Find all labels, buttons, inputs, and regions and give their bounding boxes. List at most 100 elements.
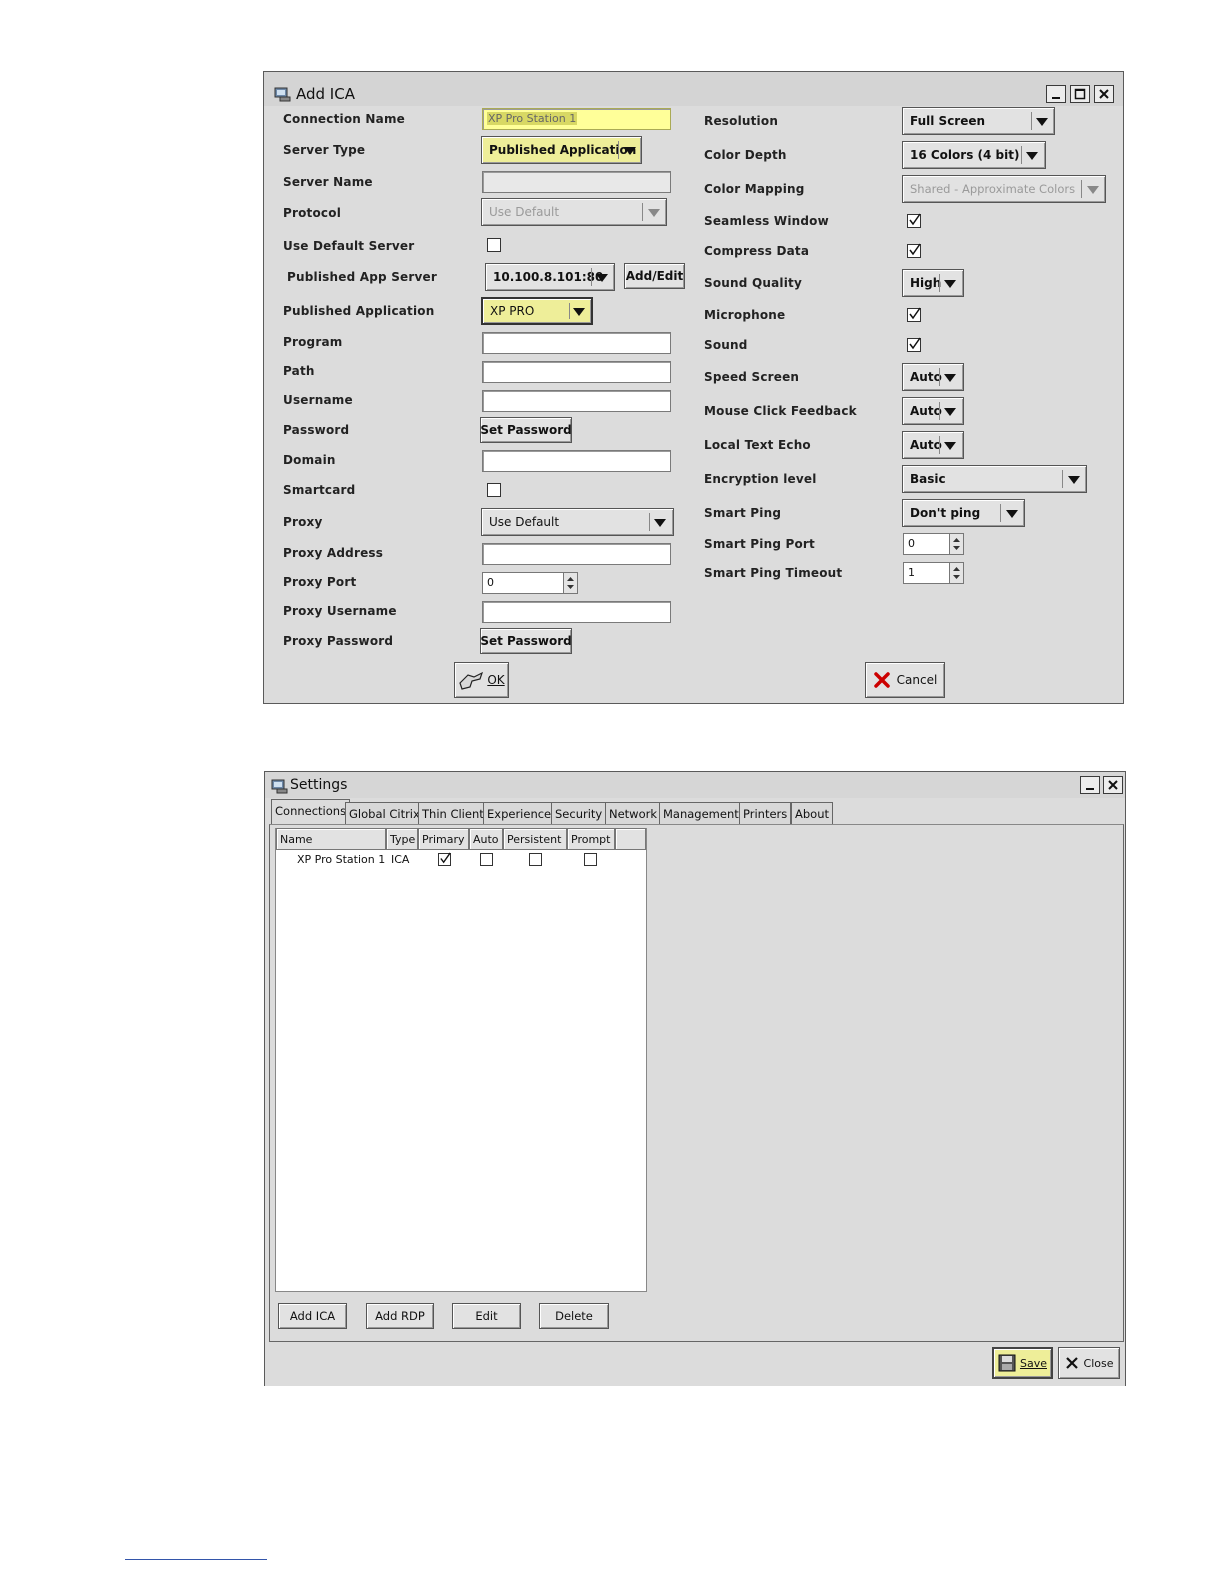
label-seamless-window: Seamless Window	[704, 214, 829, 228]
label-color-mapping: Color Mapping	[704, 182, 805, 196]
local-text-echo-select[interactable]: Auto	[902, 431, 964, 459]
label-protocol: Protocol	[283, 206, 342, 220]
set-password-button[interactable]: Set Password	[480, 417, 572, 443]
sound-quality-select[interactable]: High	[902, 269, 964, 297]
color-depth-select[interactable]: 16 Colors (4 bit)	[902, 141, 1046, 169]
close-button[interactable]: Close	[1058, 1347, 1120, 1379]
floppy-disk-icon	[998, 1354, 1016, 1372]
row-type: ICA	[391, 853, 410, 866]
label-use-default-server: Use Default Server	[283, 239, 415, 253]
speed-screen-select[interactable]: Auto	[902, 363, 964, 391]
resolution-select[interactable]: Full Screen	[902, 107, 1055, 135]
encryption-level-select[interactable]: Basic	[902, 465, 1087, 493]
published-application-select[interactable]: XP PRO	[481, 297, 593, 325]
tab-network[interactable]: Network	[605, 802, 662, 824]
seamless-window-checkbox[interactable]	[907, 213, 921, 228]
label-smartcard: Smartcard	[283, 483, 356, 497]
label-local-text-echo: Local Text Echo	[704, 438, 811, 452]
minimize-button[interactable]	[1080, 776, 1100, 794]
tab-printers[interactable]: Printers	[739, 802, 792, 824]
connection-name-input[interactable]: XP Pro Station 1	[482, 108, 671, 130]
label-sound-quality: Sound Quality	[704, 276, 802, 290]
chevron-down-icon	[944, 442, 956, 450]
close-x-icon	[1065, 1357, 1078, 1369]
chevron-down-icon	[944, 408, 956, 416]
smart-ping-timeout-stepper[interactable]: 1	[903, 562, 965, 584]
domain-input[interactable]	[482, 450, 671, 472]
minimize-button[interactable]	[1046, 85, 1066, 103]
chevron-down-icon	[1006, 510, 1018, 518]
row-persistent-checkbox[interactable]	[529, 853, 542, 866]
column-header-persistent[interactable]: Persistent	[503, 828, 567, 850]
column-header-type[interactable]: Type	[386, 828, 418, 850]
table-row[interactable]: XP Pro Station 1 ICA	[276, 851, 646, 869]
row-auto-checkbox[interactable]	[480, 853, 493, 866]
tab-global-citrix[interactable]: Global Citrix	[345, 802, 424, 824]
use-default-server-checkbox[interactable]	[487, 238, 501, 252]
color-mapping-select[interactable]: Shared - Approximate Colors	[902, 175, 1106, 203]
column-header-auto[interactable]: Auto	[469, 828, 503, 850]
microphone-checkbox[interactable]	[907, 307, 921, 322]
window-title: Add ICA	[296, 85, 355, 103]
edit-button[interactable]: Edit	[452, 1303, 521, 1329]
column-header-name[interactable]: Name	[276, 828, 386, 850]
cancel-button[interactable]: Cancel	[865, 662, 945, 698]
tab-security[interactable]: Security	[551, 802, 607, 824]
column-header-prompt[interactable]: Prompt	[567, 828, 615, 850]
tab-management[interactable]: Management	[659, 802, 743, 824]
proxy-port-stepper[interactable]: 0	[482, 572, 579, 594]
username-input[interactable]	[482, 390, 671, 412]
program-input[interactable]	[482, 332, 671, 354]
stepper-arrows-icon[interactable]	[949, 562, 964, 584]
delete-button[interactable]: Delete	[539, 1303, 609, 1329]
label-mouse-click-feedback: Mouse Click Feedback	[704, 404, 857, 418]
tab-experience[interactable]: Experience	[483, 802, 556, 824]
add-edit-button[interactable]: Add/Edit	[624, 263, 685, 289]
add-rdp-button[interactable]: Add RDP	[366, 1303, 434, 1329]
proxy-address-input[interactable]	[482, 543, 671, 565]
add-ica-button[interactable]: Add ICA	[278, 1303, 347, 1329]
smart-ping-port-stepper[interactable]: 0	[903, 533, 965, 555]
add-ica-titlebar[interactable]: Add ICA	[264, 72, 1123, 106]
app-icon	[271, 778, 289, 794]
tab-about[interactable]: About	[791, 802, 834, 824]
tab-connections[interactable]: Connections	[271, 799, 351, 825]
label-server-type: Server Type	[283, 143, 366, 157]
protocol-select[interactable]: Use Default	[481, 198, 667, 226]
footnote-separator	[125, 1559, 267, 1560]
sound-checkbox[interactable]	[907, 337, 921, 352]
path-input[interactable]	[482, 361, 671, 383]
stepper-arrows-icon[interactable]	[563, 572, 578, 594]
save-button[interactable]: Save	[992, 1347, 1053, 1379]
set-proxy-password-button[interactable]: Set Password	[480, 628, 572, 654]
ok-button[interactable]: OK	[454, 662, 509, 698]
proxy-username-input[interactable]	[482, 601, 671, 623]
published-app-server-select[interactable]: 10.100.8.101:80	[485, 263, 615, 291]
connections-list[interactable]	[275, 828, 647, 1292]
settings-titlebar[interactable]: Settings	[265, 772, 1125, 798]
smartcard-checkbox[interactable]	[487, 483, 501, 497]
label-password: Password	[283, 423, 350, 437]
server-type-select[interactable]: Published Application	[481, 136, 642, 164]
smart-ping-select[interactable]: Don't ping	[902, 499, 1025, 527]
mouse-click-feedback-select[interactable]: Auto	[902, 397, 964, 425]
label-encryption-level: Encryption level	[704, 472, 817, 486]
close-icon[interactable]	[1103, 776, 1123, 794]
label-connection-name: Connection Name	[283, 112, 405, 126]
close-icon[interactable]	[1094, 85, 1114, 103]
label-proxy: Proxy	[283, 515, 323, 529]
stepper-arrows-icon[interactable]	[949, 533, 964, 555]
label-proxy-address: Proxy Address	[283, 546, 384, 560]
tab-thin-client[interactable]: Thin Client	[418, 802, 488, 824]
label-proxy-password: Proxy Password	[283, 634, 394, 648]
chevron-down-icon	[573, 308, 585, 316]
maximize-button[interactable]	[1070, 85, 1090, 103]
row-prompt-checkbox[interactable]	[584, 853, 597, 866]
row-primary-checkbox[interactable]	[438, 852, 451, 866]
server-name-input[interactable]	[482, 171, 671, 193]
proxy-select[interactable]: Use Default	[481, 508, 674, 536]
label-domain: Domain	[283, 453, 336, 467]
label-proxy-port: Proxy Port	[283, 575, 357, 589]
column-header-primary[interactable]: Primary	[418, 828, 469, 850]
compress-data-checkbox[interactable]	[907, 243, 921, 258]
